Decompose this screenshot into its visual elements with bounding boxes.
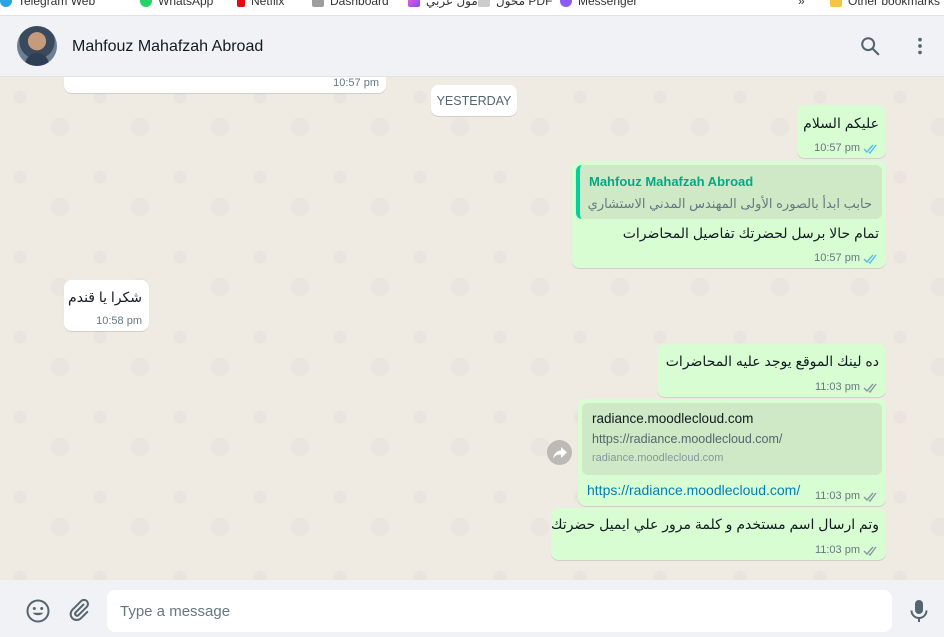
message-text: وتم ارسال اسم مستخدم و كلمة مرور علي ايم… <box>551 516 879 532</box>
contact-avatar[interactable] <box>17 26 57 66</box>
other-bookmarks-label: Other bookmarks <box>848 0 941 8</box>
bookmark-label: محول PDF <box>496 0 553 8</box>
link-preview-title: radiance.moodlecloud.com <box>592 411 754 426</box>
bookmarks-more-label: » <box>798 0 805 8</box>
browser-bookmarks-bar: Telegram Web WhatsApp Netflix Dashboard … <box>0 0 944 16</box>
forward-arrow-icon <box>552 446 567 459</box>
bookmark-dashboard[interactable]: Dashboard <box>312 0 389 8</box>
telegram-icon <box>0 0 12 7</box>
netflix-icon <box>237 0 245 7</box>
message-bubble-outgoing[interactable]: ده لينك الموقع يوجد عليه المحاضرات 11:03… <box>657 344 886 397</box>
bookmark-label: مول عربي <box>426 0 478 8</box>
message-time: 11:03 pm <box>815 490 879 502</box>
chat-header: Mahfouz Mahafzah Abroad <box>0 16 944 77</box>
bookmark-messenger[interactable]: Messenger <box>560 0 637 8</box>
quoted-message[interactable]: Mahfouz Mahafzah Abroad حابب ابدأ بالصور… <box>576 165 882 219</box>
date-separator: YESTERDAY <box>431 85 517 116</box>
other-bookmarks[interactable]: Other bookmarks <box>830 0 940 8</box>
message-input[interactable] <box>107 590 892 632</box>
bookmark-label: Netflix <box>251 0 285 8</box>
dashboard-icon <box>312 0 324 7</box>
whatsapp-icon <box>140 0 152 7</box>
read-receipt-icon <box>863 144 877 154</box>
delivered-receipt-icon <box>863 492 877 502</box>
bookmark-pdf-converter[interactable]: محول PDF <box>478 0 552 8</box>
menu-icon[interactable] <box>909 35 931 57</box>
bookmark-telegram[interactable]: Telegram Web <box>0 0 95 8</box>
quoted-author: Mahfouz Mahafzah Abroad <box>589 174 754 189</box>
message-time: 10:57 pm <box>814 252 879 264</box>
message-bubble-outgoing-link[interactable]: radiance.moodlecloud.com https://radianc… <box>578 399 886 506</box>
colorful-app-icon <box>408 0 420 7</box>
message-bubble-outgoing[interactable]: عليكم السلام 10:57 pm <box>797 105 886 158</box>
delivered-receipt-icon <box>863 383 877 393</box>
quoted-text: حابب ابدأ بالصوره الأولى المهندس المدني … <box>587 196 872 211</box>
bookmark-arabic-mall[interactable]: مول عربي <box>408 0 478 8</box>
microphone-icon[interactable] <box>908 598 934 624</box>
message-time: 10:57 pm <box>814 142 879 154</box>
read-receipt-icon <box>863 254 877 264</box>
contact-name[interactable]: Mahfouz Mahafzah Abroad <box>72 38 263 56</box>
link-preview-description: https://radiance.moodlecloud.com/ <box>592 432 783 446</box>
message-time: 11:03 pm <box>815 544 879 556</box>
bookmark-label: WhatsApp <box>158 0 214 8</box>
bookmark-netflix[interactable]: Netflix <box>237 0 284 8</box>
message-text: شكرا يا قندم <box>68 289 142 305</box>
delivered-receipt-icon <box>863 546 877 556</box>
forward-button[interactable] <box>547 440 572 465</box>
message-time: 10:57 pm <box>333 77 379 89</box>
bookmark-label: Dashboard <box>330 0 389 8</box>
date-separator-label: YESTERDAY <box>436 93 512 108</box>
search-icon[interactable] <box>859 35 881 57</box>
folder-icon <box>830 0 842 7</box>
bookmarks-overflow-button[interactable]: » <box>798 0 805 8</box>
message-bubble-incoming[interactable]: 10:57 pm <box>64 77 386 93</box>
bookmark-whatsapp[interactable]: WhatsApp <box>140 0 213 8</box>
messenger-icon <box>560 0 572 7</box>
message-time: 10:58 pm <box>96 315 142 327</box>
message-bubble-incoming[interactable]: شكرا يا قندم 10:58 pm <box>64 280 149 331</box>
chat-messages-area[interactable]: 10:57 pm YESTERDAY عليكم السلام 10:57 pm… <box>0 77 944 580</box>
pdf-icon <box>478 0 490 7</box>
message-link[interactable]: https://radiance.moodlecloud.com/ <box>587 482 800 498</box>
attach-icon[interactable] <box>67 598 93 624</box>
message-bubble-outgoing[interactable]: وتم ارسال اسم مستخدم و كلمة مرور علي ايم… <box>551 508 886 560</box>
bookmark-label: Telegram Web <box>18 0 96 8</box>
message-text: عليكم السلام <box>803 115 879 131</box>
message-text: ده لينك الموقع يوجد عليه المحاضرات <box>665 353 879 369</box>
message-time: 11:03 pm <box>815 381 879 393</box>
compose-bar <box>0 580 944 637</box>
message-text: تمام حالا برسل لحضرتك تفاصيل المحاضرات <box>622 225 879 241</box>
message-bubble-outgoing-reply[interactable]: Mahfouz Mahafzah Abroad حابب ابدأ بالصور… <box>572 161 886 268</box>
link-preview-domain: radiance.moodlecloud.com <box>592 452 724 464</box>
link-preview-card[interactable]: radiance.moodlecloud.com https://radianc… <box>582 403 882 475</box>
emoji-icon[interactable] <box>25 598 51 624</box>
bookmark-label: Messenger <box>578 0 638 8</box>
